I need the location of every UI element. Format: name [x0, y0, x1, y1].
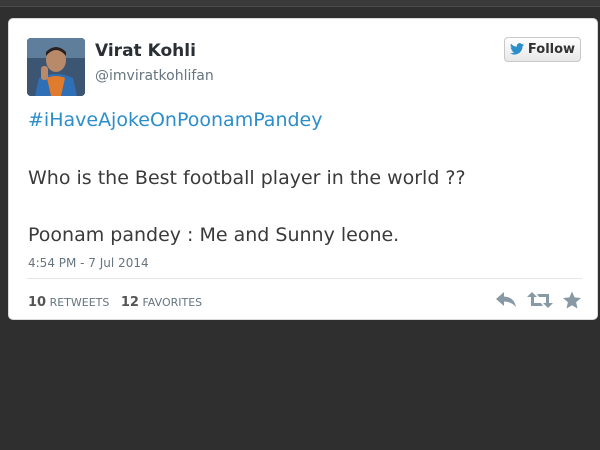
follow-label: Follow [527, 42, 576, 57]
divider [27, 278, 582, 279]
avatar[interactable] [27, 38, 85, 96]
reply-icon[interactable] [495, 291, 517, 313]
follow-button[interactable]: Follow [504, 37, 581, 62]
tweet-card: Virat Kohli @imviratkohlifan Follow #iHa… [8, 18, 598, 320]
tweet-text-line: Who is the Best football player in the w… [28, 167, 466, 189]
hashtag-link[interactable]: #iHaveAjokeOnPoonamPandey [28, 109, 322, 131]
profile-photo-icon [27, 38, 85, 96]
retweets-count[interactable]: 10 [28, 295, 46, 310]
display-name[interactable]: Virat Kohli [95, 41, 196, 61]
timestamp[interactable]: 4:54 PM - 7 Jul 2014 [28, 256, 149, 270]
top-strip [0, 0, 600, 7]
favorites-count[interactable]: 12 [121, 295, 139, 310]
retweets-label[interactable]: RETWEETS [50, 296, 110, 309]
retweet-icon[interactable] [527, 291, 553, 313]
favorite-icon[interactable] [562, 291, 582, 314]
favorites-label[interactable]: FAVORITES [142, 296, 202, 309]
tweet-text-line: Poonam pandey : Me and Sunny leone. [28, 224, 400, 246]
twitter-bird-icon [509, 40, 524, 59]
user-handle[interactable]: @imviratkohlifan [95, 68, 214, 84]
engagement-stats: 10 RETWEETS 12 FAVORITES [28, 295, 210, 310]
